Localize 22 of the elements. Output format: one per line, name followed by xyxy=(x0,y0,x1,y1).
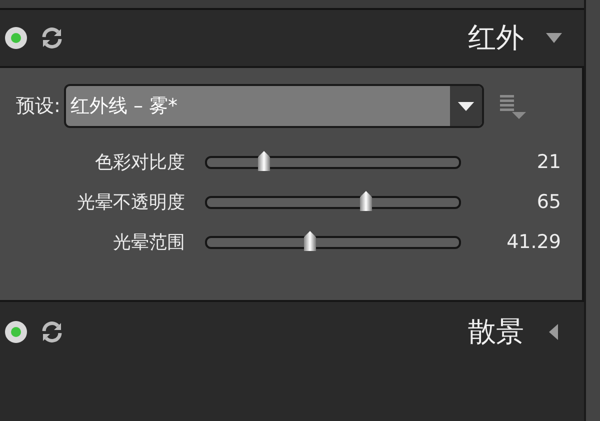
slider-track[interactable] xyxy=(205,151,461,173)
enable-toggle-icon[interactable] xyxy=(4,320,28,344)
reset-icon[interactable] xyxy=(40,26,64,50)
section-title: 散景 xyxy=(468,314,524,350)
reset-icon[interactable] xyxy=(40,320,64,344)
scrollbar[interactable] xyxy=(584,0,600,421)
preset-label: 预设: xyxy=(16,94,60,119)
slider-label: 光晕不透明度 xyxy=(76,191,185,214)
slider-track[interactable] xyxy=(205,191,461,213)
section-title: 红外 xyxy=(468,20,524,56)
slider-label: 光晕范围 xyxy=(112,231,185,254)
slider-thumb[interactable] xyxy=(359,191,374,211)
dropdown-arrow-icon xyxy=(457,100,476,112)
slider-label: 色彩对比度 xyxy=(94,151,185,174)
slider-value: 41.29 xyxy=(506,231,561,253)
slider-track[interactable] xyxy=(205,231,461,253)
preset-dropdown[interactable]: 红外线 – 雾* xyxy=(64,84,484,128)
slider-thumb[interactable] xyxy=(302,231,317,251)
slider-thumb[interactable] xyxy=(256,151,271,171)
enable-toggle-icon[interactable] xyxy=(4,26,28,50)
slider-value: 21 xyxy=(536,151,561,173)
slider-value: 65 xyxy=(536,191,561,213)
